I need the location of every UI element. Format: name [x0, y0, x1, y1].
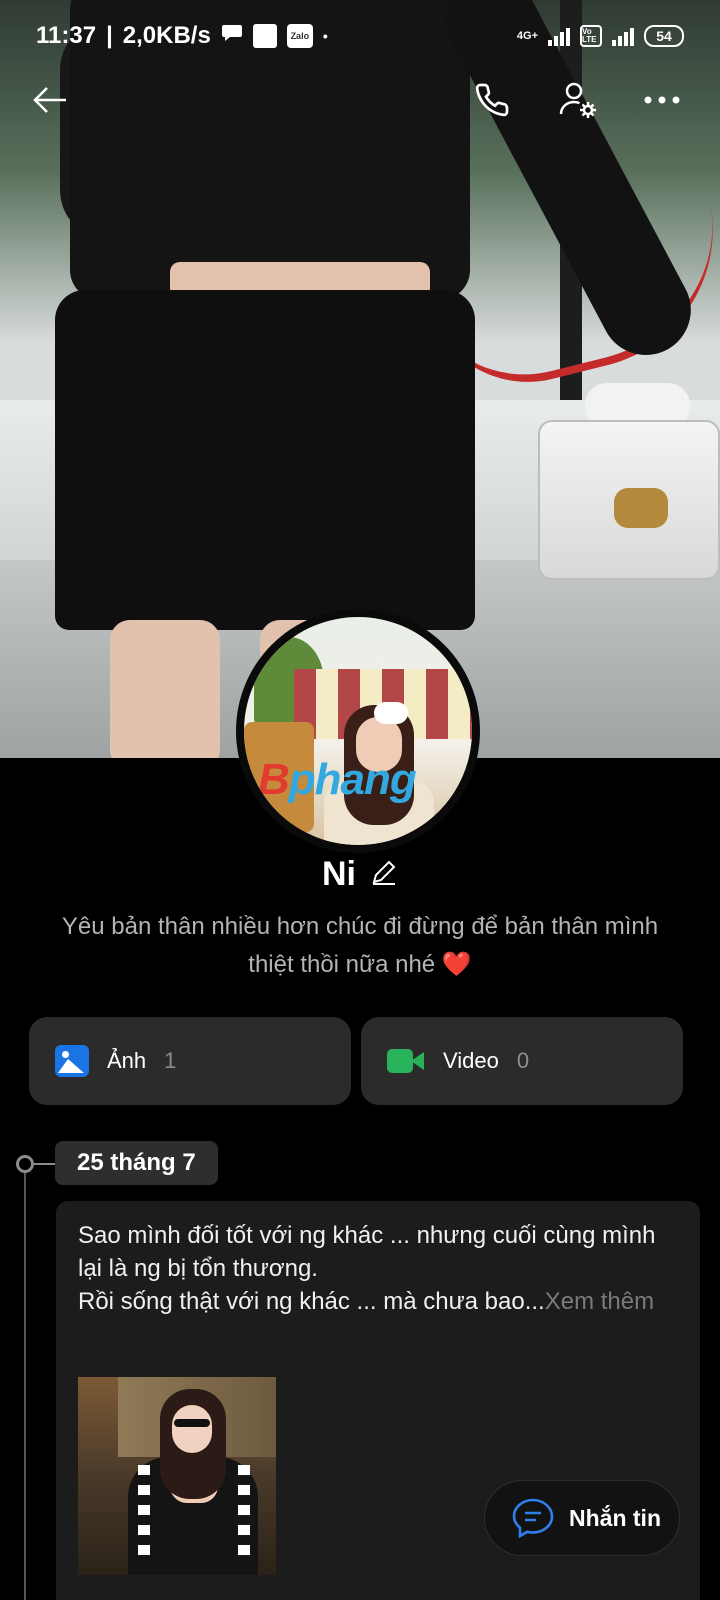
arrow-left-icon — [33, 87, 66, 113]
notification-square-icon — [252, 24, 277, 48]
call-button[interactable] — [462, 70, 522, 130]
post-photo-glasses — [174, 1419, 210, 1427]
back-button[interactable] — [20, 70, 80, 130]
cover-skirt — [55, 290, 475, 630]
videos-count: 0 — [516, 1048, 530, 1073]
timeline-date: 25 tháng 7 — [55, 1141, 218, 1185]
cover-bag-clasp — [614, 488, 668, 528]
pencil-icon — [372, 860, 396, 885]
zalo-app-icon: Zalo — [286, 24, 313, 48]
status-speed: 2,0KB/s — [122, 22, 211, 49]
avatar-photo: Bphang — [244, 617, 472, 845]
videos-button[interactable]: Video 0 — [361, 1017, 683, 1105]
status-dot: • — [322, 28, 328, 44]
status-right: 4G+ Vo LTE 54 — [517, 25, 684, 47]
signal-icon — [548, 26, 570, 46]
more-horizontal-icon — [644, 96, 680, 104]
cover-leg — [110, 620, 220, 758]
post-photo[interactable] — [78, 1377, 276, 1575]
message-button[interactable]: Nhắn tin — [484, 1480, 680, 1556]
image-icon — [55, 1045, 89, 1077]
chat-bubble-icon — [512, 1498, 554, 1539]
watermark-letter: B — [258, 755, 290, 804]
profile-bio: Yêu bản thân nhiều hơn chúc đi đừng để b… — [40, 908, 680, 984]
status-time: 11:37 — [36, 22, 97, 49]
profile-name-row: Ni — [0, 848, 720, 900]
photos-count: 1 — [164, 1048, 177, 1073]
phone-icon — [475, 83, 509, 117]
watermark-word: phang — [288, 755, 417, 804]
post-photo-sleeve — [238, 1465, 250, 1555]
message-button-label: Nhắn tin — [569, 1504, 661, 1531]
avatar[interactable]: Bphang — [236, 609, 480, 853]
timeline-line — [24, 1162, 26, 1600]
avatar-bow — [374, 702, 408, 724]
timeline-dot-icon — [16, 1155, 34, 1173]
edit-name-button[interactable] — [370, 858, 398, 891]
post-text[interactable]: Sao mình đối tốt với ng khác ... nhưng c… — [78, 1219, 678, 1318]
status-left: 11:37 | 2,0KB/s Zalo • — [36, 22, 328, 50]
photos-label: Ảnh — [107, 1048, 147, 1073]
profile-name: Ni — [322, 854, 356, 893]
top-nav — [0, 70, 720, 130]
more-options-button[interactable] — [632, 70, 692, 130]
profile-settings-button[interactable] — [548, 70, 608, 130]
status-bar: 11:37 | 2,0KB/s Zalo • 4G+ Vo LTE 54 — [0, 0, 720, 72]
avatar-watermark: Bphang — [258, 755, 417, 805]
video-icon — [387, 1046, 425, 1076]
chat-notification-icon — [221, 22, 243, 50]
timeline-connector — [34, 1163, 56, 1165]
post-photo-face — [172, 1405, 212, 1453]
videos-label: Video — [443, 1048, 499, 1073]
user-settings-icon — [559, 82, 596, 118]
battery-indicator: 54 — [644, 25, 684, 47]
post-photo-sleeve — [138, 1465, 150, 1555]
photos-button[interactable]: Ảnh 1 — [29, 1017, 351, 1105]
signal-icon-2 — [612, 26, 634, 46]
status-separator: | — [106, 22, 113, 49]
heart-emoji-icon: ❤️ — [441, 951, 472, 978]
volte-icon: Vo LTE — [580, 25, 602, 47]
see-more-link[interactable]: Xem thêm — [545, 1288, 654, 1315]
network-type: 4G+ — [516, 29, 538, 42]
bio-text: Yêu bản thân nhiều hơn chúc đi đừng để b… — [61, 913, 659, 978]
